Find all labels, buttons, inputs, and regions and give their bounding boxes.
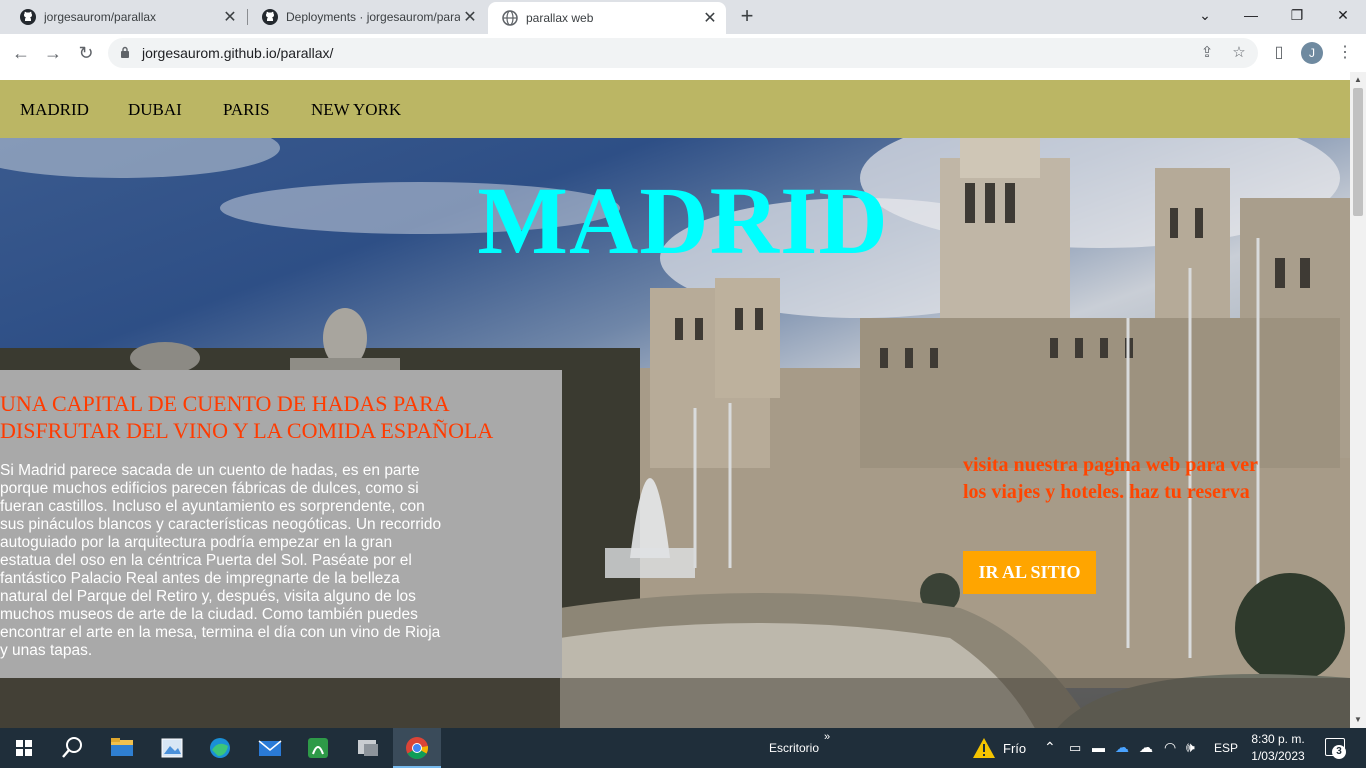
back-icon[interactable]: ← [10, 42, 32, 64]
close-window-button[interactable]: ✕ [1320, 0, 1366, 30]
promo-text: visita nuestra pagina web para ver los v… [963, 454, 1258, 503]
github-icon [20, 9, 36, 25]
scroll-up-icon[interactable]: ▲ [1350, 72, 1366, 88]
toolbar-expand-icon[interactable]: » [824, 731, 830, 743]
url-text: jorgesaurom.github.io/parallax/ [142, 45, 334, 61]
tab-github-repo[interactable]: jorgesaurom/parallax ✕ [6, 0, 246, 34]
tab-title: parallax web [526, 11, 594, 25]
forward-icon[interactable]: → [42, 42, 64, 64]
restore-button[interactable]: ❐ [1274, 0, 1320, 30]
site-navbar: MADRID DUBAI PARIS NEW YORK [0, 80, 1350, 138]
ir-al-sitio-button[interactable]: IR AL SITIO [963, 551, 1096, 594]
photos-icon[interactable] [148, 728, 196, 768]
tab-title: Deployments · jorgesaurom/para [286, 10, 460, 24]
hero-title: MADRID [0, 166, 1350, 276]
github-icon [262, 9, 278, 25]
weather-warning-icon[interactable] [972, 736, 996, 760]
app-window-icon[interactable] [344, 728, 392, 768]
language-indicator[interactable]: ESP [1214, 741, 1238, 755]
browser-toolbar: ← → ↻ jorgesaurom.github.io/parallax/ ⇪ … [0, 34, 1366, 73]
file-explorer-icon[interactable] [98, 728, 146, 768]
nav-link-madrid[interactable]: MADRID [20, 100, 89, 120]
scroll-down-icon[interactable]: ▼ [1350, 712, 1366, 728]
hero-title-text: MADRID [477, 167, 889, 274]
nav-link-dubai[interactable]: DUBAI [128, 100, 182, 120]
windows-taskbar: Escritorio » Frío ⌃ ▭ ▬ ☁ ☁ ◠ 🕪 ESP 8:30… [0, 728, 1366, 768]
globe-icon [502, 10, 518, 26]
close-tab-icon[interactable]: ✕ [460, 7, 480, 27]
desktop-label[interactable]: Escritorio [769, 741, 819, 755]
tab-strip: jorgesaurom/parallax ✕ Deployments · jor… [0, 0, 1366, 34]
windows-start-icon[interactable] [0, 728, 48, 768]
minimize-button[interactable]: — [1228, 0, 1274, 30]
nav-link-paris[interactable]: PARIS [223, 100, 270, 120]
tab-parallax-web[interactable]: parallax web ✕ [488, 2, 726, 34]
chrome-icon [406, 737, 428, 759]
bookmark-star-icon[interactable]: ☆ [1230, 44, 1248, 62]
lock-icon[interactable] [120, 46, 130, 58]
clock[interactable]: 8:30 p. m. 1/03/2023 [1244, 731, 1312, 765]
volume-icon[interactable]: 🕪 [1186, 739, 1195, 756]
onedrive-icon[interactable]: ☁ [1115, 739, 1129, 756]
side-panel-icon[interactable]: ▯ [1268, 42, 1290, 64]
info-body: Si Madrid parece sacada de un cuento de … [0, 462, 442, 659]
clock-date: 1/03/2023 [1251, 749, 1305, 763]
share-icon[interactable]: ⇪ [1198, 44, 1216, 62]
scroll-thumb[interactable] [1353, 88, 1363, 216]
address-bar[interactable]: jorgesaurom.github.io/parallax/ ⇪ ☆ [108, 38, 1258, 68]
page-scrollbar[interactable]: ▲ ▼ [1350, 72, 1366, 728]
tab-search-chevron-icon[interactable]: ⌄ [1182, 0, 1228, 30]
chrome-taskbar-button[interactable] [393, 728, 441, 768]
tab-deployments[interactable]: Deployments · jorgesaurom/para ✕ [248, 0, 486, 34]
meet-now-icon[interactable]: ▭ [1069, 740, 1081, 756]
notification-count-badge: 3 [1332, 745, 1346, 759]
battery-icon[interactable]: ▬ [1092, 740, 1105, 755]
close-tab-icon[interactable]: ✕ [700, 8, 720, 28]
info-heading: UNA CAPITAL DE CUENTO DE HADAS PARA DISF… [0, 391, 494, 443]
hero-section: MADRID UNA CAPITAL DE CUENTO DE HADAS PA… [0, 138, 1350, 728]
search-icon[interactable] [48, 728, 96, 768]
profile-avatar[interactable]: J [1301, 42, 1323, 64]
clock-time: 8:30 p. m. [1251, 732, 1305, 746]
mail-icon[interactable] [246, 728, 294, 768]
edge-icon[interactable] [196, 728, 244, 768]
green-app-icon[interactable] [294, 728, 342, 768]
close-tab-icon[interactable]: ✕ [220, 7, 240, 27]
weather-text[interactable]: Frío [1003, 741, 1026, 756]
info-box: UNA CAPITAL DE CUENTO DE HADAS PARA DISF… [0, 370, 562, 678]
web-page: MADRID UNA CAPITAL DE CUENTO DE HADAS PA… [0, 72, 1350, 728]
new-tab-button[interactable]: + [736, 5, 758, 28]
onedrive-error-icon[interactable]: ☁ [1139, 739, 1153, 756]
reload-icon[interactable]: ↻ [75, 42, 97, 64]
menu-kebab-icon[interactable]: ⋮ [1334, 42, 1356, 64]
nav-link-new-york[interactable]: NEW YORK [311, 100, 401, 120]
wifi-icon[interactable]: ◠ [1164, 739, 1176, 756]
show-hidden-icons-icon[interactable]: ⌃ [1044, 739, 1056, 756]
tab-title: jorgesaurom/parallax [44, 10, 157, 24]
